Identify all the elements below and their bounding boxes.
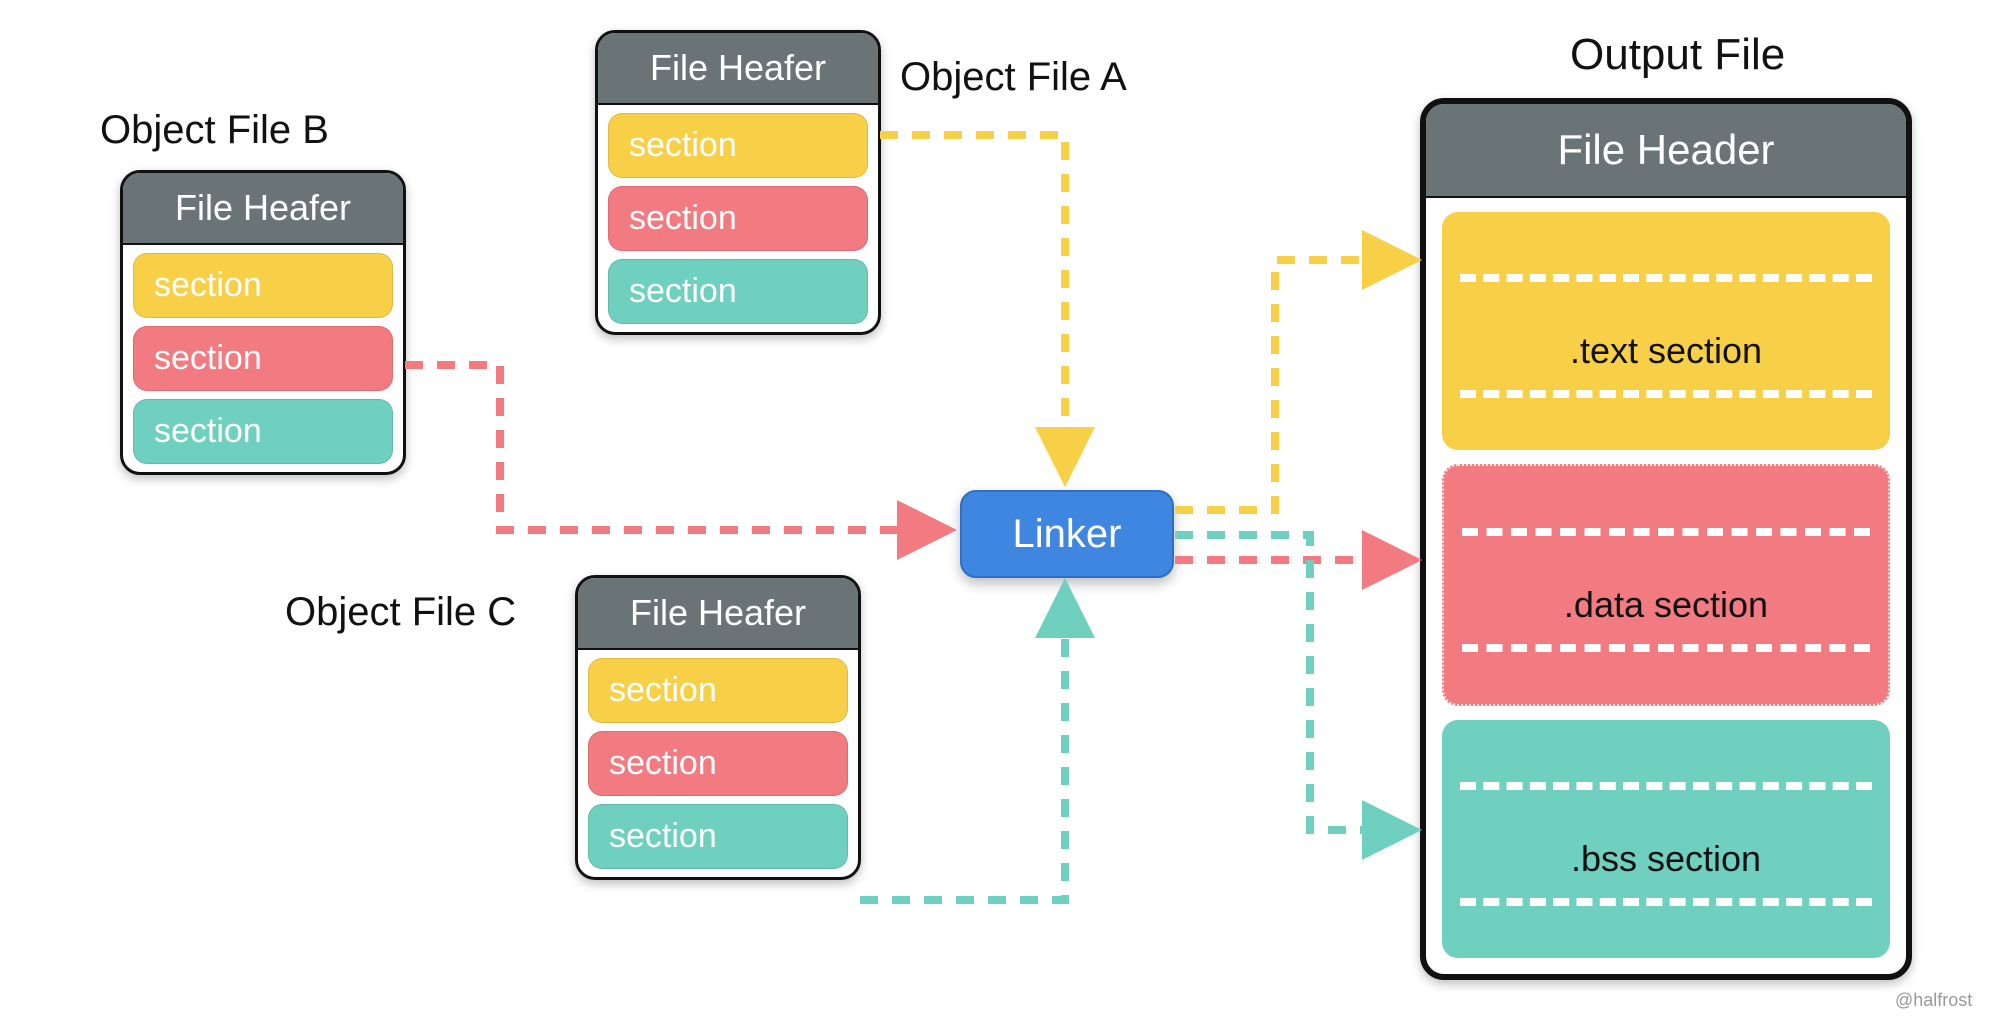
arrow-linker-to-bss xyxy=(1175,535,1410,830)
file-b-section-3: section xyxy=(133,399,393,464)
file-b-section-2: section xyxy=(133,326,393,391)
file-c-section-1: section xyxy=(588,658,848,723)
output-bss-section: .bss section xyxy=(1442,720,1890,958)
output-data-section: .data section xyxy=(1442,464,1890,706)
arrow-c-teal-to-linker xyxy=(860,590,1065,900)
arrow-linker-to-text xyxy=(1175,260,1410,510)
credit-text: @halfrost xyxy=(1895,990,1972,1011)
output-file: File Header .text section .data section … xyxy=(1420,98,1912,980)
file-a-header: File Heafer xyxy=(598,33,878,105)
object-file-a: File Heafer section section section xyxy=(595,30,881,335)
label-file-c: Object File C xyxy=(285,590,516,635)
file-a-section-3: section xyxy=(608,259,868,324)
label-file-a: Object File A xyxy=(900,55,1127,100)
file-c-section-2: section xyxy=(588,731,848,796)
output-bss-label: .bss section xyxy=(1442,838,1890,880)
diagram-stage: Object File B Object File A Object File … xyxy=(0,0,1992,1026)
file-c-section-3: section xyxy=(588,804,848,869)
arrow-a-yellow-to-linker xyxy=(880,135,1065,475)
file-b-section-1: section xyxy=(133,253,393,318)
output-header: File Header xyxy=(1426,104,1906,198)
object-file-c: File Heafer section section section xyxy=(575,575,861,880)
output-text-label: .text section xyxy=(1442,330,1890,372)
file-b-header: File Heafer xyxy=(123,173,403,245)
label-file-b: Object File B xyxy=(100,108,329,153)
label-output: Output File xyxy=(1570,30,1785,80)
output-data-label: .data section xyxy=(1444,584,1888,626)
output-text-section: .text section xyxy=(1442,212,1890,450)
linker-node: Linker xyxy=(960,490,1174,578)
file-a-section-2: section xyxy=(608,186,868,251)
file-a-section-1: section xyxy=(608,113,868,178)
file-c-header: File Heafer xyxy=(578,578,858,650)
object-file-b: File Heafer section section section xyxy=(120,170,406,475)
arrow-b-pink-to-linker xyxy=(405,365,945,530)
